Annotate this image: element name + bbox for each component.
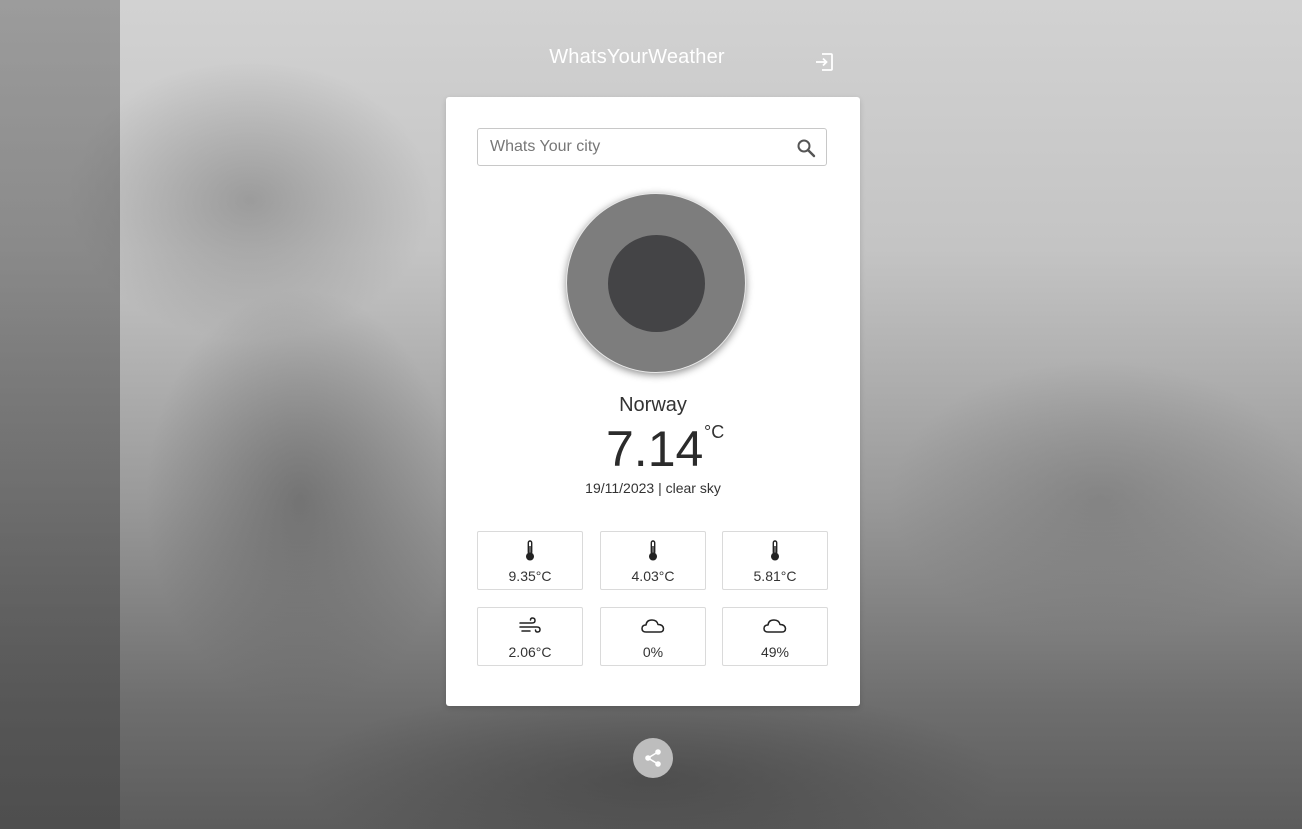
search-icon: [797, 139, 816, 158]
city-search-input[interactable]: [490, 129, 790, 165]
logout-icon: [816, 53, 833, 71]
stat-value: 4.03°C: [631, 568, 675, 584]
weather-icon-center: [608, 235, 705, 332]
temperature-unit: °C: [704, 422, 725, 442]
stat-cloudiness: 0%: [600, 607, 706, 666]
thermometer-icon: [771, 540, 779, 561]
stat-min-temp: 4.03°C: [600, 531, 706, 590]
stat-humidity: 49%: [722, 607, 828, 666]
stat-value: 0%: [642, 644, 664, 660]
stat-wind: 2.06°C: [477, 607, 583, 666]
cloud-icon: [763, 619, 787, 633]
cloud-icon: [641, 619, 665, 633]
wind-icon: [519, 617, 541, 633]
background-building: [0, 0, 120, 829]
weather-condition-icon: [566, 193, 746, 373]
weather-card: Norway 7.14 °C 19/11/2023 | clear sky 9.…: [446, 97, 860, 706]
thermometer-icon: [649, 540, 657, 561]
city-name: Norway: [619, 394, 687, 416]
search-box: [477, 128, 827, 166]
stat-value: 5.81°C: [753, 568, 797, 584]
share-icon: [645, 749, 661, 767]
search-button[interactable]: [796, 138, 816, 158]
stat-max-temp: 9.35°C: [477, 531, 583, 590]
stat-value: 49%: [760, 644, 790, 660]
date-and-description: 19/11/2023 | clear sky: [585, 480, 721, 496]
stat-value: 2.06°C: [508, 644, 552, 660]
share-button[interactable]: [633, 738, 673, 778]
thermometer-icon: [526, 540, 534, 561]
stat-value: 9.35°C: [508, 568, 552, 584]
temperature-value: 7.14: [606, 421, 704, 477]
logout-button[interactable]: [813, 51, 835, 73]
stat-feels-like: 5.81°C: [722, 531, 828, 590]
app-title: WhatsYourWeather: [549, 46, 725, 68]
